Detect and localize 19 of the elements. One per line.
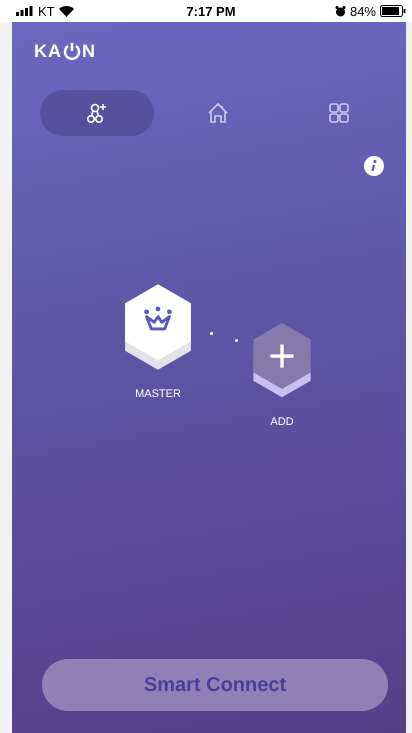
alarm-icon [334,6,346,16]
clock-time: 7:17 PM [185,4,237,18]
nav-tab[interactable] [40,90,154,136]
connector-dot [235,339,238,342]
home-icon [207,102,229,124]
node-label: ADD [270,416,294,428]
node-label: MASTER [135,388,181,400]
signal-icon [16,6,34,16]
battery-percent: 84% [350,4,376,18]
logo-text: N [82,40,96,62]
connector-dot [210,332,213,335]
wifi-icon [58,6,74,16]
power-icon [63,42,81,60]
logo-text: KA [34,40,62,62]
carrier-name: KT [38,4,55,18]
info-icon[interactable] [364,156,384,176]
battery-icon [380,5,406,17]
grid-icon [328,102,350,124]
network-add-icon [86,102,108,124]
